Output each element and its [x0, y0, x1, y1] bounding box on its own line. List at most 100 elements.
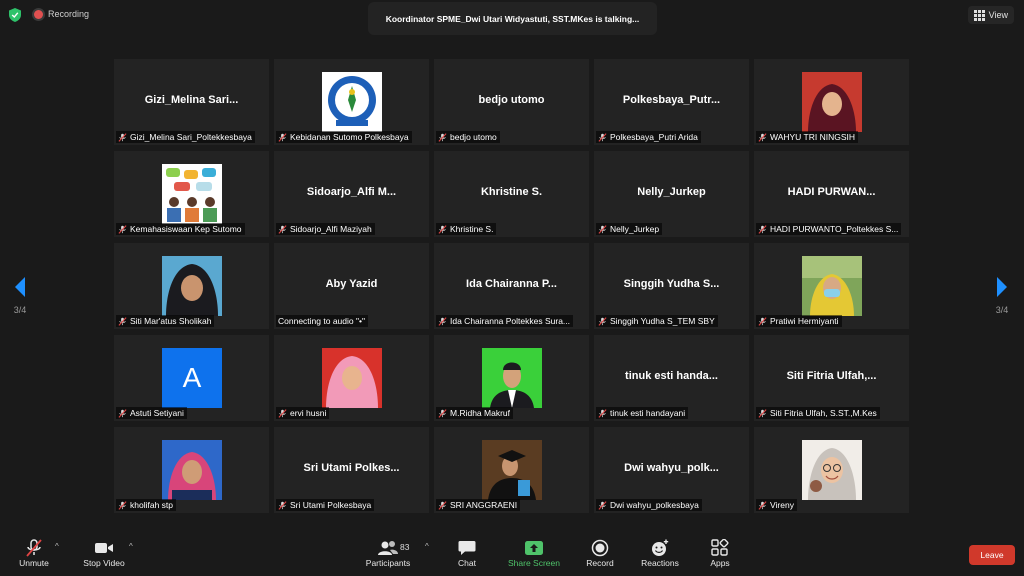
muted-mic-icon: [598, 132, 607, 142]
participant-display-name: Sidoarjo_Alfi M...: [306, 186, 397, 198]
unmute-button[interactable]: Unmute: [14, 538, 54, 568]
muted-mic-icon: [438, 224, 447, 234]
participant-display-name: tinuk esti handa...: [625, 370, 718, 382]
participant-name-label: Kebidanan Sutomo Polkesbaya: [276, 131, 412, 143]
muted-mic-icon: [118, 224, 127, 234]
participant-name: HADI PURWANTO_Poltekkes S...: [770, 224, 899, 234]
muted-mic-icon: [118, 316, 127, 326]
participant-video: [482, 440, 542, 500]
meeting-toolbar: Unmute ^ Stop Video ^ Participants 83 ^: [0, 530, 1024, 576]
participant-tile[interactable]: Sidoarjo_Alfi M... Sidoarjo_Alfi Maziyah: [274, 151, 429, 237]
participant-name: Ida Chairanna Poltekkes Sura...: [450, 316, 571, 326]
participant-tile[interactable]: Siti Mar'atus Sholikah: [114, 243, 269, 329]
participant-tile[interactable]: WAHYU TRI NINGSIH: [754, 59, 909, 145]
muted-mic-icon: [598, 500, 607, 510]
shield-icon[interactable]: [9, 8, 21, 22]
share-screen-label: Share Screen: [508, 558, 560, 568]
participant-tile[interactable]: Kebidanan Sutomo Polkesbaya: [274, 59, 429, 145]
participant-video: [162, 164, 222, 224]
participants-icon: [378, 541, 398, 555]
participant-tile[interactable]: Aby Yazid Connecting to audio "•": [274, 243, 429, 329]
participant-name-label: Siti Mar'atus Sholikah: [116, 315, 215, 327]
muted-mic-icon: [278, 224, 287, 234]
participant-tile[interactable]: tinuk esti handa... tinuk esti handayani: [594, 335, 749, 421]
share-screen-button[interactable]: Share Screen: [506, 538, 562, 568]
stop-video-label: Stop Video: [83, 558, 125, 568]
participant-tile[interactable]: A Astuti Setiyani: [114, 335, 269, 421]
participant-tile[interactable]: ervi husni: [274, 335, 429, 421]
participant-tile[interactable]: bedjo utomo bedjo utomo: [434, 59, 589, 145]
view-button[interactable]: View: [967, 6, 1014, 24]
participant-name-label: Singgih Yudha S_TEM SBY: [596, 315, 718, 327]
recording-indicator[interactable]: Recording: [34, 9, 89, 19]
participant-tile[interactable]: Pratiwi Hermiyanti: [754, 243, 909, 329]
participant-name-label: ervi husni: [276, 407, 330, 419]
participant-video: [802, 72, 862, 132]
participant-display-name: Singgih Yudha S...: [623, 278, 720, 290]
participant-tile[interactable]: HADI PURWAN... HADI PURWANTO_Poltekkes S.…: [754, 151, 909, 237]
participant-tile[interactable]: Vireny: [754, 427, 909, 513]
arrow-left-icon: [15, 277, 25, 297]
participant-tile[interactable]: Kemahasiswaan Kep Sutomo: [114, 151, 269, 237]
participant-name: kholifah stp: [130, 500, 173, 510]
next-page-button[interactable]: 3/4: [990, 277, 1014, 315]
previous-page-button[interactable]: 3/4: [8, 277, 32, 315]
leave-button[interactable]: Leave: [969, 545, 1015, 565]
participant-tile[interactable]: Sri Utami Polkes... Sri Utami Polkesbaya: [274, 427, 429, 513]
page-indicator-left: 3/4: [13, 305, 27, 315]
apps-button[interactable]: Apps: [704, 538, 736, 568]
record-button[interactable]: Record: [584, 538, 616, 568]
participants-label: Participants: [365, 558, 411, 568]
participant-tile[interactable]: kholifah stp: [114, 427, 269, 513]
participant-tile[interactable]: Polkesbaya_Putr... Polkesbaya_Putri Arida: [594, 59, 749, 145]
participant-name-label: Kemahasiswaan Kep Sutomo: [116, 223, 245, 235]
muted-mic-icon: [438, 500, 447, 510]
participant-display-name: Sri Utami Polkes...: [303, 462, 400, 474]
participant-tile[interactable]: Nelly_Jurkep Nelly_Jurkep: [594, 151, 749, 237]
participant-tile[interactable]: Gizi_Melina Sari... Gizi_Melina Sari_Polt…: [114, 59, 269, 145]
participants-options-caret[interactable]: ^: [425, 542, 429, 551]
muted-mic-icon: [598, 408, 607, 418]
participant-display-name: bedjo utomo: [478, 94, 545, 106]
participant-tile[interactable]: SRI ANGGRAENI: [434, 427, 589, 513]
participant-name-label: Gizi_Melina Sari_Poltekkesbaya: [116, 131, 255, 143]
apps-label: Apps: [710, 558, 730, 568]
apps-grid-icon: [711, 539, 729, 556]
participant-name: Sri Utami Polkesbaya: [290, 500, 372, 510]
muted-mic-icon: [278, 408, 287, 418]
participant-tile[interactable]: Siti Fitria Ulfah,... Siti Fitria Ulfah, …: [754, 335, 909, 421]
participant-tile[interactable]: Singgih Yudha S... Singgih Yudha S_TEM SB…: [594, 243, 749, 329]
muted-mic-icon: [438, 132, 447, 142]
arrow-right-icon: [997, 277, 1007, 297]
reactions-button[interactable]: Reactions: [638, 538, 682, 568]
muted-mic-icon: [758, 500, 767, 510]
participant-display-name: Gizi_Melina Sari...: [144, 94, 239, 106]
stop-video-button[interactable]: Stop Video: [80, 538, 128, 568]
video-options-caret[interactable]: ^: [129, 542, 133, 551]
muted-mic-icon: [118, 500, 127, 510]
audio-options-caret[interactable]: ^: [55, 542, 59, 551]
muted-mic-icon: [758, 224, 767, 234]
participant-display-name: Aby Yazid: [325, 278, 378, 290]
chat-button[interactable]: Chat: [450, 538, 484, 568]
participant-name-label: Astuti Setiyani: [116, 407, 187, 419]
emoji-smile-icon: [652, 539, 669, 556]
participant-video: [162, 440, 222, 500]
participant-video: [802, 256, 862, 316]
participant-name-label: Polkesbaya_Putri Arida: [596, 131, 701, 143]
participant-tile[interactable]: M.Ridha Makruf: [434, 335, 589, 421]
participant-tile[interactable]: Khristine S. Khristine S.: [434, 151, 589, 237]
participant-name-label: Khristine S.: [436, 223, 497, 235]
participant-tile[interactable]: Dwi wahyu_polk... Dwi wahyu_polkesbaya: [594, 427, 749, 513]
recording-icon: [34, 9, 43, 19]
muted-mic-icon: [758, 132, 767, 142]
participant-display-name: Polkesbaya_Putr...: [622, 94, 721, 106]
participant-name-label: M.Ridha Makruf: [436, 407, 513, 419]
unmute-label: Unmute: [19, 558, 49, 568]
muted-mic-icon: [118, 132, 127, 142]
participant-tile[interactable]: Ida Chairanna P... Ida Chairanna Poltekke…: [434, 243, 589, 329]
participant-name: Khristine S.: [450, 224, 494, 234]
view-label: View: [988, 10, 1008, 20]
participant-name: Nelly_Jurkep: [610, 224, 660, 234]
leave-label: Leave: [980, 550, 1004, 560]
